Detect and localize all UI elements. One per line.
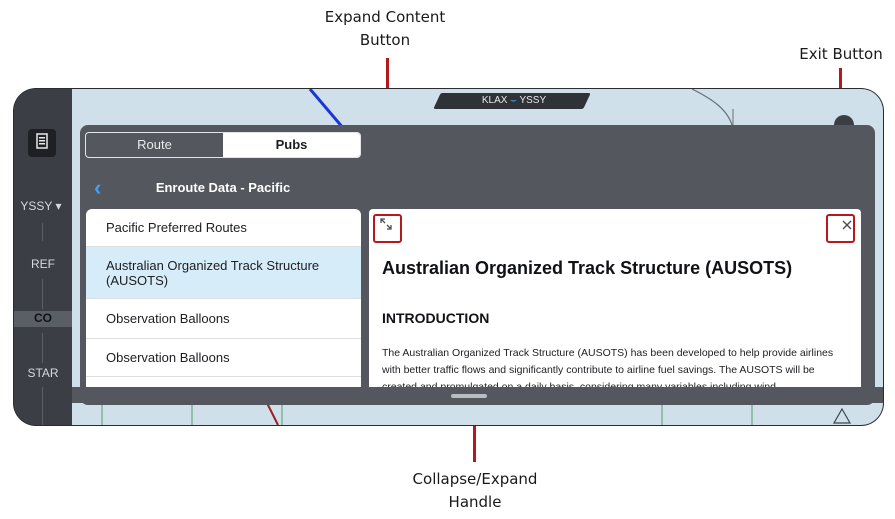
list-item[interactable]: Observation Balloons: [86, 339, 361, 377]
callout-expand-content: Expand Content Button: [324, 8, 446, 49]
callout-exit: Exit Button: [799, 45, 883, 63]
collapse-expand-handle[interactable]: [451, 394, 487, 398]
callout-expand-box: [373, 214, 402, 243]
rail-item-ref[interactable]: REF: [14, 257, 72, 271]
document-list-icon: [36, 132, 48, 154]
route-header[interactable]: KLAX ⌣ YSSY: [444, 94, 584, 108]
list-item[interactable]: Observation Balloons: [86, 299, 361, 339]
route-to: YSSY: [519, 95, 547, 106]
app-window: YSSY ▾ REF CO STAR KLAX ⌣ YSSY Route Pub…: [14, 89, 883, 425]
rail-divider-3: [42, 333, 43, 363]
rail-destination[interactable]: YSSY ▾: [14, 199, 70, 213]
pubs-list: Pacific Preferred Routes Australian Orga…: [86, 209, 361, 387]
left-rail: YSSY ▾ REF CO STAR: [14, 89, 72, 425]
list-item-selected[interactable]: Australian Organized Track Structure (AU…: [86, 247, 361, 299]
document-title: Australian Organized Track Structure (AU…: [382, 258, 793, 278]
rail-divider-1: [42, 223, 43, 241]
list-item[interactable]: Pacific Preferred Routes: [86, 209, 361, 247]
document-content: Australian Organized Track Structure (AU…: [369, 209, 861, 387]
nav-title: Enroute Data - Pacific: [155, 180, 291, 195]
callout-collapse-handle: Collapse/Expand Handle: [412, 470, 538, 511]
section-heading: INTRODUCTION: [382, 310, 490, 326]
rail-item-star[interactable]: STAR: [14, 366, 72, 380]
segmented-control: Route Pubs: [85, 132, 361, 158]
documents-button[interactable]: [28, 129, 56, 157]
document-body: The Australian Organized Track Structure…: [382, 347, 834, 387]
tab-route[interactable]: Route: [86, 133, 223, 157]
rail-destination-label: YSSY: [20, 199, 53, 213]
callout-exit-box: [826, 214, 855, 243]
rail-divider-2: [42, 279, 43, 309]
rail-item-co[interactable]: CO: [14, 311, 72, 327]
route-arc-icon: ⌣: [510, 95, 517, 106]
tab-pubs[interactable]: Pubs: [223, 133, 360, 157]
rail-divider-4: [42, 387, 43, 425]
route-from: KLAX: [481, 95, 508, 106]
